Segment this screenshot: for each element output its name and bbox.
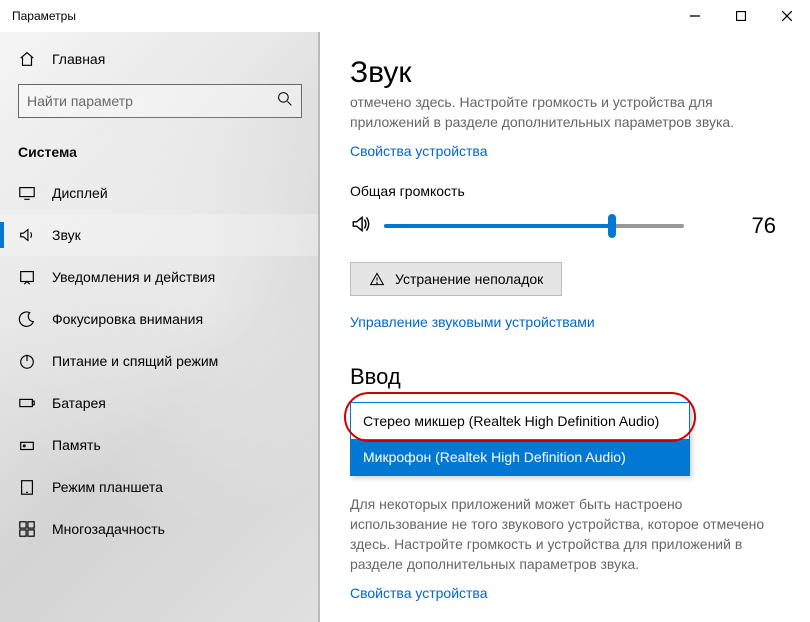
main-content: Звук отмечено здесь. Настройте громкость… (320, 32, 810, 622)
dropdown-option-microphone[interactable]: Микрофон (Realtek High Definition Audio) (351, 439, 689, 475)
manage-devices-link[interactable]: Управление звуковыми устройствами (350, 314, 595, 330)
input-section-header: Ввод (350, 364, 780, 390)
sidebar-item-label: Режим планшета (52, 479, 163, 495)
window-title: Параметры (12, 9, 76, 23)
multitask-icon (18, 520, 36, 538)
troubleshoot-label: Устранение неполадок (395, 271, 543, 287)
page-title: Звук (350, 56, 780, 90)
warning-icon (369, 271, 385, 287)
sidebar-item-label: Память (52, 437, 101, 453)
sidebar-item-storage[interactable]: Память (0, 424, 320, 466)
volume-slider-row: 76 (350, 213, 780, 240)
sidebar-item-sound[interactable]: Звук (0, 214, 320, 256)
sidebar-home[interactable]: Главная (0, 40, 320, 78)
moon-icon (18, 310, 36, 328)
power-icon (18, 352, 36, 370)
search-input[interactable] (27, 93, 277, 109)
sidebar-item-display[interactable]: Дисплей (0, 172, 320, 214)
close-button[interactable] (764, 0, 810, 32)
volume-slider[interactable] (384, 224, 684, 228)
sidebar-item-notifications[interactable]: Уведомления и действия (0, 256, 320, 298)
home-icon (18, 50, 36, 68)
monitor-icon (18, 184, 36, 202)
titlebar: Параметры (0, 0, 810, 32)
input-description: Для некоторых приложений может быть наст… (350, 494, 780, 575)
sidebar-item-battery[interactable]: Батарея (0, 382, 320, 424)
window-controls (672, 0, 810, 32)
storage-icon (18, 436, 36, 454)
sidebar-item-label: Многозадачность (52, 521, 165, 537)
volume-icon (350, 213, 372, 240)
search-input-wrap[interactable] (18, 84, 302, 118)
notification-icon (18, 268, 36, 286)
sidebar-item-label: Уведомления и действия (52, 269, 215, 285)
minimize-button[interactable] (672, 0, 718, 32)
sidebar-home-label: Главная (52, 51, 105, 67)
sidebar-item-label: Фокусировка внимания (52, 311, 203, 327)
sidebar: Главная Система Дисплей Звук (0, 32, 320, 622)
sidebar-item-multitask[interactable]: Многозадачность (0, 508, 320, 550)
input-device-dropdown[interactable]: Стерео микшер (Realtek High Definition A… (350, 402, 690, 476)
sidebar-item-tablet[interactable]: Режим планшета (0, 466, 320, 508)
sidebar-item-power[interactable]: Питание и спящий режим (0, 340, 320, 382)
search-icon (277, 91, 293, 112)
tablet-icon (18, 478, 36, 496)
truncated-description-top: отмечено здесь. Настройте громкость и ус… (350, 92, 780, 133)
dropdown-option-stereo-mixer[interactable]: Стерео микшер (Realtek High Definition A… (351, 403, 689, 439)
sidebar-item-label: Звук (52, 227, 81, 243)
sidebar-item-focus[interactable]: Фокусировка внимания (0, 298, 320, 340)
sidebar-section-title: Система (0, 128, 320, 172)
volume-value: 76 (752, 213, 780, 239)
battery-icon (18, 394, 36, 412)
device-properties-link-top[interactable]: Свойства устройства (350, 143, 488, 159)
device-properties-link-bottom[interactable]: Свойства устройства (350, 585, 488, 601)
troubleshoot-button[interactable]: Устранение неполадок (350, 262, 562, 296)
sidebar-item-label: Дисплей (52, 185, 108, 201)
sidebar-item-label: Батарея (52, 395, 106, 411)
speaker-icon (18, 226, 36, 244)
volume-label: Общая громкость (350, 183, 780, 199)
maximize-button[interactable] (718, 0, 764, 32)
sidebar-item-label: Питание и спящий режим (52, 353, 218, 369)
